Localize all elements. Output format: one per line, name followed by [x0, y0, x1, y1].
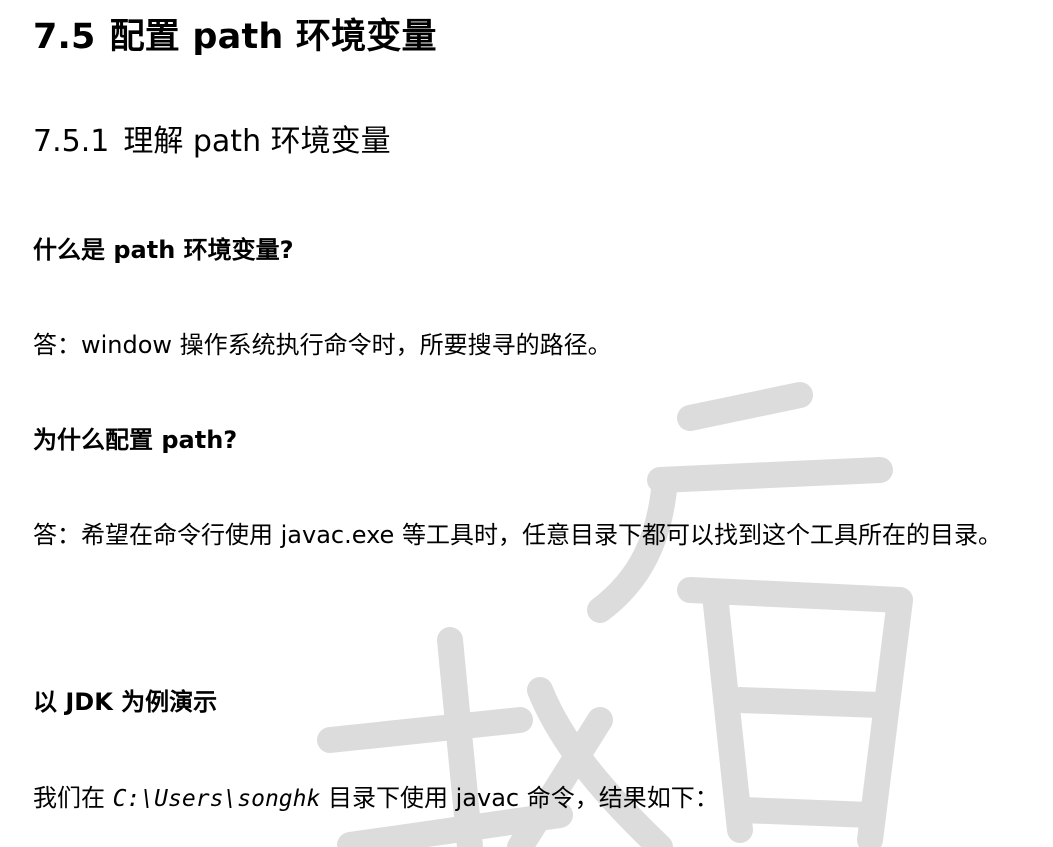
- demo-text-before: 我们在: [33, 784, 113, 812]
- answer-why-configure-path: 答：希望在命令行使用 javac.exe 等工具时，任意目录下都可以找到这个工具…: [33, 521, 1002, 549]
- question-jdk-demo: 以 JDK 为例演示: [33, 688, 218, 716]
- answer-what-is-path: 答：window 操作系统执行命令时，所要搜寻的路径。: [33, 331, 612, 359]
- directory-path: C:\Users\songhk: [112, 786, 321, 812]
- subsection-heading: 7.5.1 理解 path 环境变量: [33, 127, 391, 157]
- section-heading: 7.5 配置 path 环境变量: [33, 20, 437, 55]
- subsection-number: 7.5.1: [33, 124, 110, 159]
- section-title: 配置 path 环境变量: [109, 17, 437, 57]
- demo-text-after: 目录下使用 javac 命令，结果如下：: [320, 784, 719, 812]
- question-what-is-path: 什么是 path 环境变量?: [33, 236, 294, 264]
- subsection-title: 理解 path 环境变量: [123, 124, 391, 159]
- section-number: 7.5: [33, 17, 96, 57]
- question-why-configure-path: 为什么配置 path?: [33, 426, 238, 454]
- demo-description: 我们在 C:\Users\songhk 目录下使用 javac 命令，结果如下：: [33, 786, 719, 811]
